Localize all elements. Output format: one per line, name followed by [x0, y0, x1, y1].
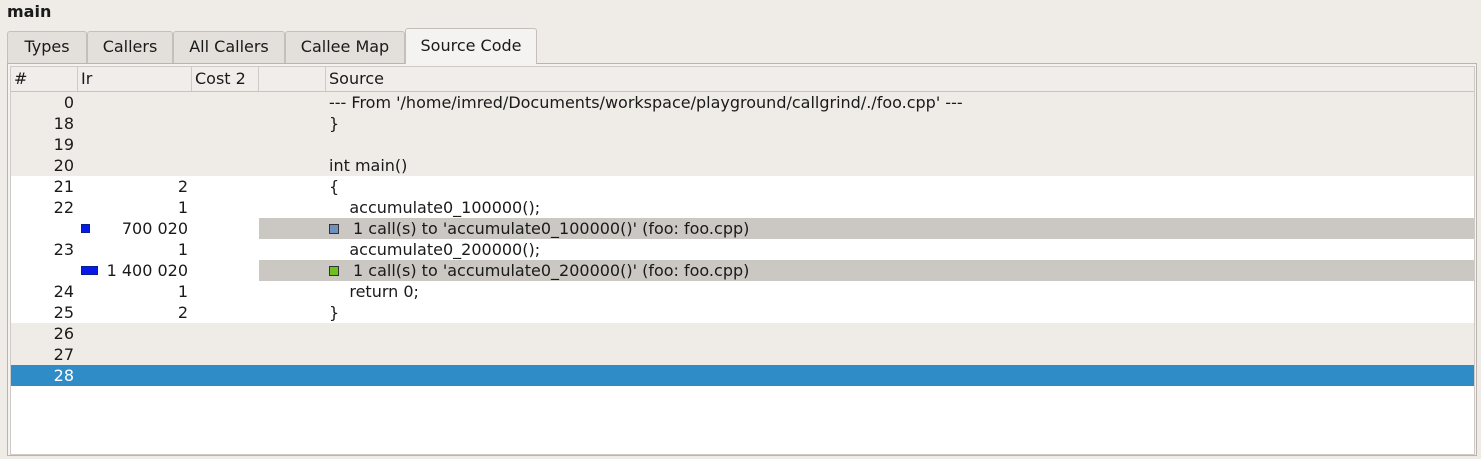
- tab-all-callers[interactable]: All Callers: [173, 31, 285, 63]
- cost2-value: [192, 176, 255, 197]
- ir-cost: 1: [177, 198, 188, 217]
- tab-types[interactable]: Types: [7, 31, 87, 63]
- callee-color-icon: [329, 224, 339, 234]
- line-number: 22: [53, 198, 74, 217]
- cost2-value: [192, 197, 255, 218]
- ir-cost: 2: [177, 303, 188, 322]
- tab-callers[interactable]: Callers: [87, 31, 173, 63]
- table-row[interactable]: 18}: [11, 113, 1474, 134]
- table-row[interactable]: 28: [11, 365, 1474, 386]
- cost2-value: [192, 302, 255, 323]
- ir-cost: [78, 113, 188, 134]
- cost2-value: [192, 218, 255, 239]
- line-number: 21: [53, 177, 74, 196]
- cost2-value: [192, 239, 255, 260]
- line-number: 18: [53, 114, 74, 133]
- tab-label: Callee Map: [300, 37, 390, 56]
- ir-cost: 1: [177, 282, 188, 301]
- table-row[interactable]: 23 1 accumulate0_200000();: [11, 239, 1474, 260]
- table-row[interactable]: 25 2}: [11, 302, 1474, 323]
- source-table[interactable]: # Ir Cost 2 Source 0 --- From '/home/imre…: [10, 66, 1475, 455]
- ir-cost: 1 400 020: [106, 261, 188, 280]
- ir-cost: [78, 344, 188, 365]
- cost2-value: [192, 92, 255, 113]
- window-title: main: [7, 2, 52, 21]
- table-row[interactable]: 19: [11, 134, 1474, 155]
- source-code-panel: # Ir Cost 2 Source 0 --- From '/home/imre…: [7, 63, 1477, 456]
- source-line: int main(): [329, 156, 408, 175]
- line-number: 25: [53, 303, 74, 322]
- source-line: return 0;: [329, 282, 419, 301]
- line-number: 19: [53, 135, 74, 154]
- table-row[interactable]: 20 int main(): [11, 155, 1474, 176]
- cost2-value: [192, 344, 255, 365]
- call-row[interactable]: 1 400 020 1 call(s) to 'accumulate0_20000…: [11, 260, 1474, 281]
- line-number: 20: [53, 156, 74, 175]
- source-line: accumulate0_200000();: [329, 240, 541, 259]
- tab-label: Callers: [102, 37, 158, 56]
- table-row[interactable]: 27: [11, 344, 1474, 365]
- line-number: [11, 218, 74, 239]
- cost2-value: [192, 155, 255, 176]
- call-text: 1 call(s) to 'accumulate0_200000()' (foo…: [353, 261, 750, 280]
- ir-cost: [78, 155, 188, 176]
- table-row[interactable]: 24 1 return 0;: [11, 281, 1474, 302]
- call-row[interactable]: 700 020 1 call(s) to 'accumulate0_100000(…: [11, 218, 1474, 239]
- line-number: 26: [53, 324, 74, 343]
- line-number: 0: [63, 93, 74, 112]
- table-row[interactable]: 21 2 {: [11, 176, 1474, 197]
- ir-cost: 2: [177, 177, 188, 196]
- table-row[interactable]: 26: [11, 323, 1474, 344]
- table-row[interactable]: 22 1 accumulate0_100000();: [11, 197, 1474, 218]
- column-header-source[interactable]: Source: [326, 67, 1474, 91]
- callee-color-icon: [329, 266, 339, 276]
- table-header: # Ir Cost 2 Source: [11, 67, 1474, 92]
- ir-cost: [78, 323, 188, 344]
- tab-label: Types: [24, 37, 70, 56]
- column-header-line[interactable]: #: [11, 67, 78, 91]
- cost2-value: [192, 365, 255, 386]
- ir-cost: [78, 92, 188, 113]
- cost2-value: [192, 113, 255, 134]
- source-line: {: [329, 177, 340, 196]
- source-line: }: [329, 114, 340, 133]
- line-number: 24: [53, 282, 74, 301]
- line-number: 27: [53, 345, 74, 364]
- tab-label: All Callers: [189, 37, 269, 56]
- source-line: }: [329, 303, 340, 322]
- source-line: --- From '/home/imred/Documents/workspac…: [329, 93, 963, 112]
- cost2-value: [192, 281, 255, 302]
- ir-cost: 1: [177, 240, 188, 259]
- column-header-cost2[interactable]: Cost 2: [192, 67, 259, 91]
- cost2-value: [192, 260, 255, 281]
- column-header-call-graph[interactable]: [259, 67, 326, 91]
- ir-cost: [78, 365, 188, 386]
- tab-source-code[interactable]: Source Code: [405, 28, 537, 64]
- line-number: [11, 260, 74, 281]
- cost2-value: [192, 323, 255, 344]
- line-number: 28: [53, 366, 74, 385]
- tab-label: Source Code: [420, 36, 522, 55]
- ir-cost: [78, 134, 188, 155]
- line-number: 23: [53, 240, 74, 259]
- ir-cost: 700 020: [121, 219, 188, 238]
- cost2-value: [192, 134, 255, 155]
- tab-callee-map[interactable]: Callee Map: [285, 31, 405, 63]
- column-header-ir[interactable]: Ir: [78, 67, 192, 91]
- table-row[interactable]: 0 --- From '/home/imred/Documents/workspa…: [11, 92, 1474, 113]
- call-text: 1 call(s) to 'accumulate0_100000()' (foo…: [353, 219, 750, 238]
- source-line: accumulate0_100000();: [329, 198, 541, 217]
